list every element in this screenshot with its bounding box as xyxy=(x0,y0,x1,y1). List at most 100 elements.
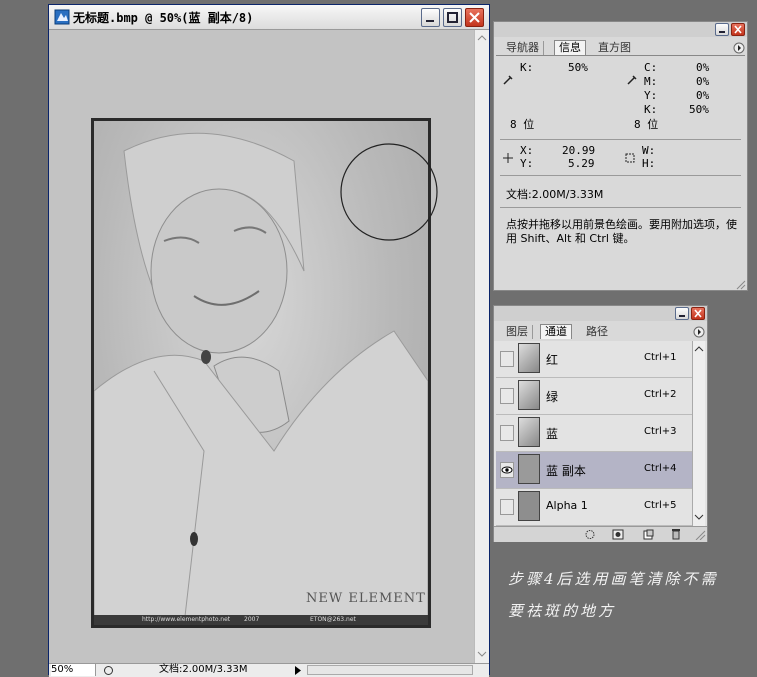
channel-thumbnail xyxy=(518,380,540,410)
watermark-year: 2007 xyxy=(244,616,260,623)
resize-grip-icon[interactable] xyxy=(734,278,746,290)
bit-depth-left: 8 位 xyxy=(510,118,535,131)
info-minimize-button[interactable] xyxy=(715,23,729,36)
channel-list: 红 Ctrl+1 绿 Ctrl+2 蓝 Ctrl+3 蓝 副本 Ctrl+4 A xyxy=(494,341,707,526)
visibility-toggle[interactable] xyxy=(500,462,514,478)
channel-name: 蓝 xyxy=(546,427,559,441)
cmyk-y-value: 0% xyxy=(696,89,710,102)
minimize-icon xyxy=(719,31,725,33)
document-window: 无标题.bmp @ 50%(蓝 副本/8) NEW ELEMENT http:/… xyxy=(48,4,490,677)
brush-cursor-circle xyxy=(340,143,438,241)
caption-line-1: 步骤4后选用画笔清除不需 xyxy=(508,570,719,588)
photoshop-doc-icon xyxy=(54,9,70,25)
scroll-down-icon[interactable] xyxy=(476,648,488,660)
visibility-toggle[interactable] xyxy=(500,388,514,404)
minimize-icon xyxy=(679,315,685,317)
eye-icon xyxy=(501,466,513,474)
tab-histogram[interactable]: 直方图 xyxy=(594,41,635,55)
cmyk-y-label: Y: xyxy=(644,89,658,102)
channel-row-blue[interactable]: 蓝 Ctrl+3 xyxy=(496,415,696,452)
eyedropper-cmyk-icon xyxy=(627,75,637,85)
channel-row-red[interactable]: 红 Ctrl+1 xyxy=(496,341,696,378)
channels-panel: 图层 通道 路径 红 Ctrl+1 绿 Ctrl+2 蓝 Ctrl+3 蓝 副本… xyxy=(493,305,708,542)
channel-thumbnail xyxy=(518,343,540,373)
watermark-brand: NEW ELEMENT xyxy=(306,591,426,606)
channel-shortcut: Ctrl+4 xyxy=(644,463,677,474)
x-value: 20.99 xyxy=(562,144,596,157)
channels-close-button[interactable] xyxy=(691,307,705,320)
panel-menu-icon[interactable] xyxy=(733,42,745,54)
cmyk-k-label: K: xyxy=(644,103,658,116)
caption-line-2: 要祛斑的地方 xyxy=(508,602,617,620)
channel-name: 红 xyxy=(546,353,559,367)
info-panel-titlebar[interactable] xyxy=(494,22,747,37)
zoom-field[interactable]: 50% xyxy=(51,664,96,676)
watermark-email: ETON@263.net xyxy=(310,616,356,623)
close-button[interactable] xyxy=(465,8,484,27)
channel-thumbnail xyxy=(518,417,540,447)
channel-shortcut: Ctrl+3 xyxy=(644,426,677,437)
cmyk-c-value: 0% xyxy=(696,61,710,74)
document-title: 无标题.bmp @ 50%(蓝 副本/8) xyxy=(73,11,254,25)
channel-thumbnail xyxy=(518,454,540,484)
channel-shortcut: Ctrl+5 xyxy=(644,500,677,511)
cmyk-k-value: 50% xyxy=(689,103,709,116)
visibility-toggle[interactable] xyxy=(500,425,514,441)
info-close-button[interactable] xyxy=(731,23,745,36)
crosshair-icon xyxy=(503,153,513,163)
panel-menu-icon[interactable] xyxy=(693,326,705,338)
channel-name: 蓝 副本 xyxy=(546,464,586,478)
tab-divider xyxy=(496,55,745,56)
channel-scrollbar[interactable] xyxy=(692,341,705,526)
gray-k-value: 50% xyxy=(568,61,588,74)
vertical-scrollbar[interactable] xyxy=(474,30,489,663)
cmyk-c-label: C: xyxy=(644,61,658,74)
tool-hint-text: 点按并拖移以用前景色绘画。要用附加选项，使用 Shift、Alt 和 Ctrl … xyxy=(506,218,737,245)
y-value: 5.29 xyxy=(568,157,595,170)
tab-navigator[interactable]: 导航器 xyxy=(502,41,544,55)
close-icon xyxy=(734,25,742,34)
document-title-bar[interactable]: 无标题.bmp @ 50%(蓝 副本/8) xyxy=(49,5,489,30)
y-label: Y: xyxy=(520,157,534,170)
close-icon xyxy=(469,12,480,23)
channel-row-alpha1[interactable]: Alpha 1 Ctrl+5 xyxy=(496,489,696,526)
channels-panel-titlebar[interactable] xyxy=(494,306,707,321)
gray-k-label: K: xyxy=(520,61,534,74)
channels-footer xyxy=(494,526,707,542)
minimize-button[interactable] xyxy=(421,8,440,27)
status-arrow-icon[interactable] xyxy=(293,665,303,676)
maximize-button[interactable] xyxy=(443,8,462,27)
info-doc-size: 文档:2.00M/3.33M xyxy=(506,188,604,201)
tab-channels[interactable]: 通道 xyxy=(540,324,572,339)
channels-minimize-button[interactable] xyxy=(675,307,689,320)
visibility-toggle[interactable] xyxy=(500,351,514,367)
channel-thumbnail xyxy=(518,491,540,521)
minimize-icon xyxy=(426,20,434,22)
load-selection-icon[interactable] xyxy=(584,529,596,540)
visibility-toggle[interactable] xyxy=(500,499,514,515)
channel-shortcut: Ctrl+1 xyxy=(644,352,677,363)
tab-layers[interactable]: 图层 xyxy=(502,325,533,339)
scroll-up-icon[interactable] xyxy=(693,343,705,355)
info-separator-3 xyxy=(500,207,741,208)
scroll-up-icon[interactable] xyxy=(476,32,488,44)
trash-icon[interactable] xyxy=(670,528,682,540)
resize-grip-icon[interactable] xyxy=(694,529,706,540)
channel-name: 绿 xyxy=(546,390,559,404)
eyedropper-icon xyxy=(503,75,513,85)
status-menu-icon[interactable] xyxy=(103,665,114,676)
cmyk-m-value: 0% xyxy=(696,75,710,88)
channel-row-green[interactable]: 绿 Ctrl+2 xyxy=(496,378,696,415)
channel-row-blue-copy[interactable]: 蓝 副本 Ctrl+4 xyxy=(496,452,696,489)
cmyk-m-label: M: xyxy=(644,75,658,88)
info-separator-2 xyxy=(500,175,741,176)
save-selection-icon[interactable] xyxy=(612,529,624,540)
horizontal-scrollbar[interactable] xyxy=(307,665,473,675)
new-channel-icon[interactable] xyxy=(642,529,654,540)
channel-shortcut: Ctrl+2 xyxy=(644,389,677,400)
tab-paths[interactable]: 路径 xyxy=(582,325,612,339)
scroll-down-icon[interactable] xyxy=(693,511,705,523)
channel-name: Alpha 1 xyxy=(546,499,588,512)
tab-info[interactable]: 信息 xyxy=(554,40,586,55)
canvas-area[interactable]: NEW ELEMENT http://www.elementphoto.net … xyxy=(49,30,474,663)
